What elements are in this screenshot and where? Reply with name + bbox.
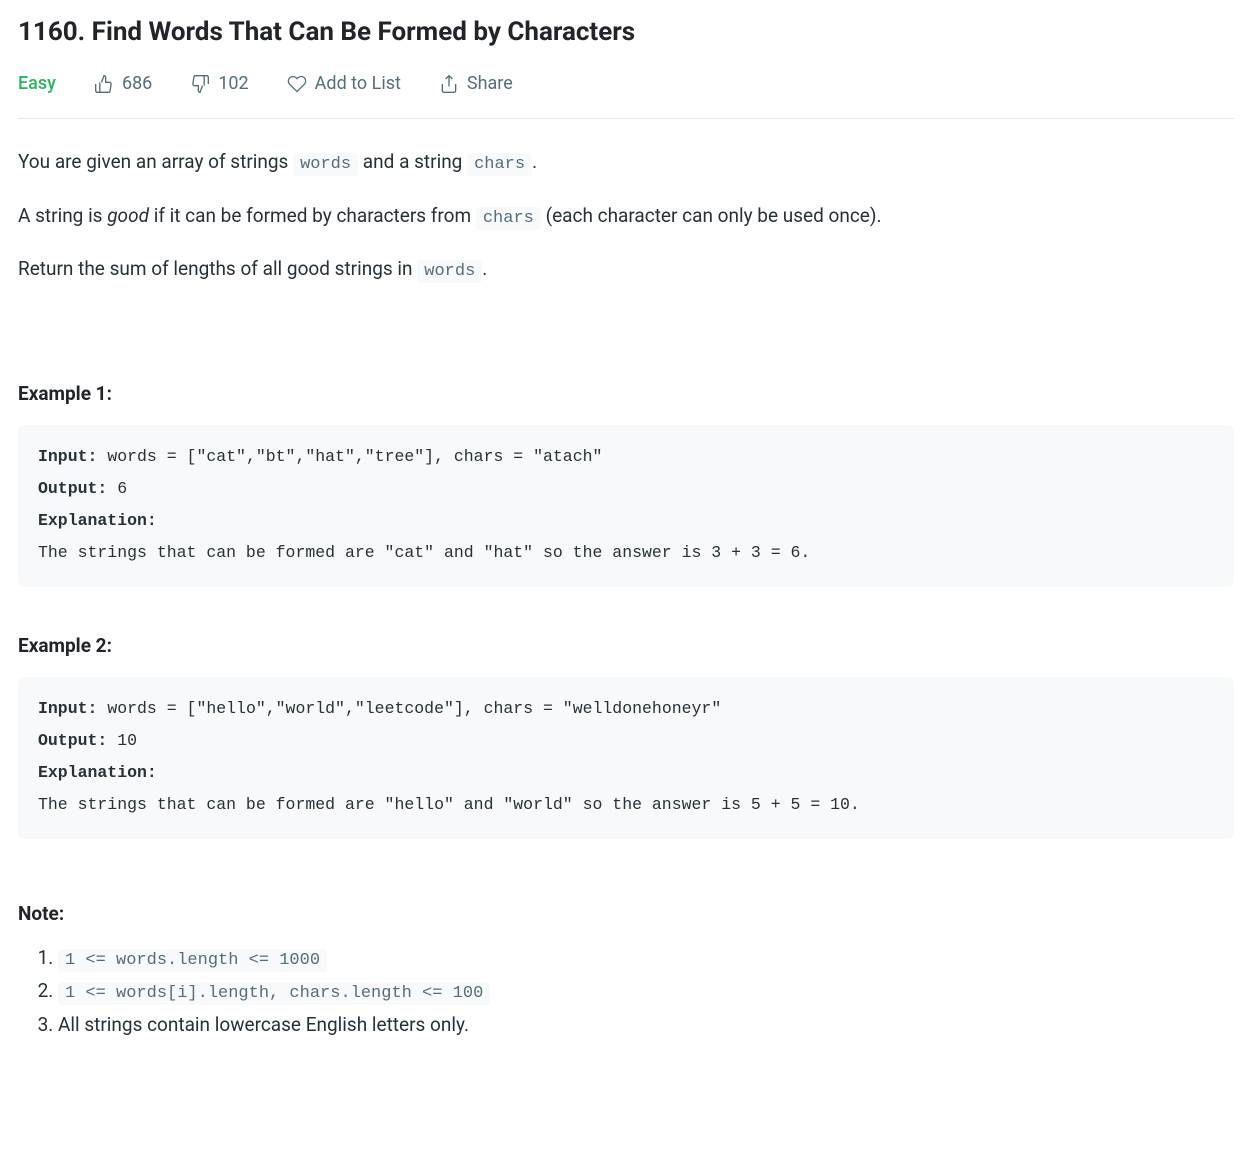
desc-paragraph: A string is good if it can be formed by … — [18, 201, 1234, 232]
likes-button[interactable]: 686 — [94, 70, 152, 98]
problem-title: 1160. Find Words That Can Be Formed by C… — [18, 12, 1234, 52]
inline-code: 1 <= words.length <= 1000 — [58, 949, 327, 972]
difficulty-label: Easy — [18, 70, 56, 98]
example-heading: Example 2: — [18, 631, 1234, 660]
problem-description: You are given an array of strings words … — [18, 147, 1234, 285]
inline-code: chars — [467, 153, 532, 176]
inline-code: 1 <= words[i].length, chars.length <= 10… — [58, 982, 490, 1005]
add-to-list-label: Add to List — [315, 70, 401, 98]
inline-code: words — [417, 260, 482, 283]
inline-code: chars — [476, 207, 541, 230]
desc-paragraph: Return the sum of lengths of all good st… — [18, 254, 1234, 285]
note-item: All strings contain lowercase English le… — [58, 1010, 1234, 1039]
share-button[interactable]: Share — [439, 70, 513, 98]
example-block: Input: words = ["cat","bt","hat","tree"]… — [18, 425, 1234, 588]
share-label: Share — [467, 70, 513, 98]
note-item: 1 <= words[i].length, chars.length <= 10… — [58, 976, 1234, 1007]
note-list: 1 <= words.length <= 1000 1 <= words[i].… — [18, 943, 1234, 1039]
dislikes-count: 102 — [218, 70, 248, 98]
problem-meta-row: Easy 686 102 Add to List Share — [18, 70, 1234, 119]
desc-paragraph: You are given an array of strings words … — [18, 147, 1234, 178]
dislikes-button[interactable]: 102 — [190, 70, 248, 98]
share-icon — [439, 74, 459, 94]
heart-icon — [287, 74, 307, 94]
thumbs-down-icon — [190, 74, 210, 94]
thumbs-up-icon — [94, 74, 114, 94]
note-heading: Note: — [18, 899, 1234, 928]
example-heading: Example 1: — [18, 379, 1234, 408]
note-item: 1 <= words.length <= 1000 — [58, 943, 1234, 974]
likes-count: 686 — [122, 70, 152, 98]
inline-code: words — [293, 153, 358, 176]
add-to-list-button[interactable]: Add to List — [287, 70, 401, 98]
example-block: Input: words = ["hello","world","leetcod… — [18, 677, 1234, 840]
